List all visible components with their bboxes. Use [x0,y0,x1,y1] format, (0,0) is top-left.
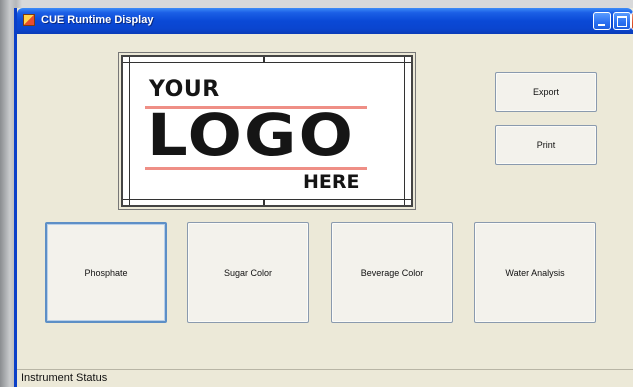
frame-guide [404,57,405,205]
logo-text-main: LOGO [147,101,356,169]
minimize-button[interactable] [593,12,611,30]
beverage-color-button[interactable]: Beverage Color [331,222,453,323]
water-analysis-button[interactable]: Water Analysis [474,222,596,323]
app-icon [23,14,35,26]
frame-guide [123,62,411,63]
app-window: CUE Runtime Display YOUR LOGO HERE Expor… [14,8,633,387]
sugar-color-button[interactable]: Sugar Color [187,222,309,323]
status-text: Instrument Status [21,372,108,384]
frame-guide [123,199,411,200]
title-bar[interactable]: CUE Runtime Display [17,8,633,34]
window-title: CUE Runtime Display [41,14,154,26]
logo-text-top: YOUR [149,77,220,102]
frame-guide [263,57,265,63]
export-button[interactable]: Export [495,72,597,112]
logo-text-bottom: HERE [303,171,360,193]
status-bar: Instrument Status [17,369,633,387]
phosphate-button[interactable]: Phosphate [45,222,167,323]
maximize-button[interactable] [613,12,631,30]
logo-placeholder: YOUR LOGO HERE [118,52,416,210]
logo-stripe [145,167,367,170]
frame-guide [129,57,130,205]
frame-guide [263,199,265,205]
print-button[interactable]: Print [495,125,597,165]
